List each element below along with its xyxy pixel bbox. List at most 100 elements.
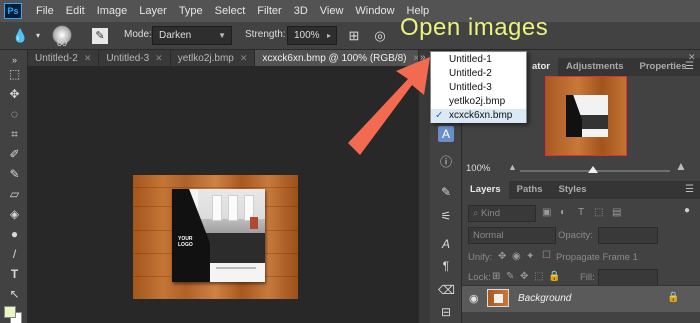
dropdown-item-label: xcxck6xn.bmp <box>449 110 513 121</box>
propagate-checkbox[interactable]: ☐ <box>542 250 551 261</box>
tab-styles[interactable]: Styles <box>551 181 595 199</box>
close-icon[interactable]: ✕ <box>84 53 92 64</box>
path-selection-tool-icon[interactable]: ↖ <box>6 286 23 303</box>
zoom-slider-thumb[interactable] <box>588 166 598 173</box>
zoom-out-icon[interactable]: ▲ <box>508 162 517 172</box>
dropdown-item-xcxck6xn[interactable]: ✓ xcxck6xn.bmp <box>431 109 526 123</box>
lock-all-icon[interactable]: 🔒 <box>548 271 560 282</box>
dodge-tool-icon[interactable]: ● <box>6 226 23 243</box>
menu-file[interactable]: File <box>30 0 60 22</box>
lock-artboard-icon[interactable]: ⬚ <box>534 271 543 282</box>
menu-layer[interactable]: Layer <box>133 0 173 22</box>
crop-tool-icon[interactable]: ⌗ <box>6 126 23 143</box>
tools-panel: » ⬚ ✥ ◌ ⌗ ✐ ✎ ▱ ◈ ● / T ↖ ⋯ <box>0 50 28 323</box>
propagate-label: Propagate Frame 1 <box>556 252 638 263</box>
pen-tool-icon[interactable]: / <box>6 246 23 263</box>
adjustments-icon[interactable]: ⚟ <box>438 208 454 224</box>
menu-select[interactable]: Select <box>209 0 252 22</box>
dropdown-item-untitled-1[interactable]: Untitled-1 <box>431 53 526 67</box>
chevron-down-icon[interactable]: ▾ <box>30 28 46 44</box>
type-filter-icon[interactable]: T <box>578 207 584 218</box>
tab-untitled-3[interactable]: Untitled-3 ✕ <box>99 50 171 66</box>
lock-transparency-icon[interactable]: ⊞ <box>492 271 500 282</box>
character-icon[interactable]: A <box>438 236 454 252</box>
tab-untitled-2[interactable]: Untitled-2 ✕ <box>28 50 100 66</box>
menu-bar: Ps File Edit Image Layer Type Select Fil… <box>0 0 700 22</box>
menu-type[interactable]: Type <box>173 0 209 22</box>
layer-name[interactable]: Background <box>518 293 571 304</box>
dropdown-item-label: yetlko2j.bmp <box>449 96 506 107</box>
strength-input[interactable]: 100% ▸ <box>287 26 337 45</box>
character-panel-icon[interactable]: A <box>438 126 454 142</box>
annotation-label: Open images <box>400 14 549 41</box>
burn-tool-icon[interactable]: 💧 <box>12 28 28 44</box>
annotation-arrow-icon <box>348 57 430 155</box>
tab-label: yetlko2j.bmp <box>177 52 234 64</box>
fill-input[interactable] <box>598 269 658 286</box>
mode-select[interactable]: Darken ▼ <box>152 26 232 45</box>
close-icon[interactable]: ✕ <box>155 53 163 64</box>
eraser-tool-icon[interactable]: ▱ <box>6 186 23 203</box>
eyedropper-tool-icon[interactable]: ✐ <box>6 146 23 163</box>
dropdown-item-label: Untitled-1 <box>449 54 492 65</box>
unify-position-icon[interactable]: ✥ <box>498 251 506 262</box>
lock-pixels-icon[interactable]: ✎ <box>506 271 514 282</box>
navigator-preview[interactable] <box>545 76 627 156</box>
lasso-tool-icon[interactable]: ◌ <box>6 106 23 123</box>
visibility-eye-icon[interactable]: ◉ <box>469 292 479 305</box>
dropdown-item-label: Untitled-2 <box>449 68 492 79</box>
close-icon[interactable]: ✕ <box>688 52 696 63</box>
kind-label: Kind <box>480 208 500 219</box>
smart-object-filter-icon[interactable]: ▤ <box>612 207 621 218</box>
shape-filter-icon[interactable]: ⬚ <box>594 207 603 218</box>
info-icon[interactable]: ⓘ <box>438 154 454 170</box>
brush-settings-icon[interactable]: ✎ <box>92 28 108 44</box>
paint-bucket-tool-icon[interactable]: ◈ <box>6 206 23 223</box>
strength-label: Strength: <box>245 29 286 40</box>
tab-yetlko2j[interactable]: yetlko2j.bmp ✕ <box>171 50 256 66</box>
pressure-icon[interactable]: ◎ <box>372 28 388 44</box>
brush-panel-icon[interactable]: ✎ <box>438 184 454 200</box>
menu-filter[interactable]: Filter <box>251 0 287 22</box>
menu-3d[interactable]: 3D <box>288 0 314 22</box>
foreground-color-swatch[interactable] <box>4 306 16 318</box>
pixel-filter-icon[interactable]: ▣ <box>542 207 551 218</box>
strength-value: 100% <box>294 30 320 41</box>
opacity-input[interactable] <box>598 227 658 244</box>
glyphs-icon[interactable]: ⌫ <box>438 282 455 298</box>
kind-filter[interactable]: ⌕ Kind <box>468 205 536 222</box>
menu-view[interactable]: View <box>314 0 350 22</box>
brush-tool-icon[interactable]: ✎ <box>6 166 23 183</box>
zoom-in-icon[interactable]: ▲ <box>675 159 687 173</box>
sample-all-layers-icon[interactable]: ⊞ <box>346 28 362 44</box>
blend-mode-select[interactable]: Normal <box>468 227 556 244</box>
lock-position-icon[interactable]: ✥ <box>520 271 528 282</box>
layers-panel-tabs: Layers Paths Styles ☰ <box>462 181 700 199</box>
tab-layers[interactable]: Layers <box>462 181 509 199</box>
adjustment-filter-icon[interactable]: ◐ <box>560 207 566 218</box>
tab-adjustments[interactable]: Adjustments <box>558 58 632 76</box>
brochure-image: YOUR LOGO <box>172 189 265 282</box>
menu-edit[interactable]: Edit <box>60 0 91 22</box>
tab-paths[interactable]: Paths <box>509 181 551 199</box>
marquee-tool-icon[interactable]: ⬚ <box>6 66 23 83</box>
dropdown-item-untitled-3[interactable]: Untitled-3 <box>431 81 526 95</box>
layer-thumbnail <box>487 289 509 307</box>
unify-visibility-icon[interactable]: ◉ <box>512 251 521 262</box>
unify-style-icon[interactable]: ✦ <box>526 251 534 262</box>
type-tool-icon[interactable]: T <box>6 266 23 283</box>
mode-value: Darken <box>159 30 192 41</box>
close-icon[interactable]: ✕ <box>240 53 248 64</box>
timeline-icon[interactable]: ⊟ <box>438 304 454 320</box>
zoom-value[interactable]: 100% <box>466 163 490 174</box>
move-tool-icon[interactable]: ✥ <box>6 86 23 103</box>
menu-image[interactable]: Image <box>91 0 134 22</box>
dropdown-item-untitled-2[interactable]: Untitled-2 <box>431 67 526 81</box>
panel-menu-icon[interactable]: ☰ <box>685 184 694 195</box>
dropdown-item-yetlko2j[interactable]: yetlko2j.bmp <box>431 95 526 109</box>
layer-filter-row: ⌕ Kind ▣ ◐ T ⬚ ▤ ● <box>462 203 700 225</box>
paragraph-icon[interactable]: ¶ <box>438 258 454 274</box>
menu-window[interactable]: Window <box>349 0 400 22</box>
annotation-arrow-shape <box>348 57 430 155</box>
filter-toggle-icon[interactable]: ● <box>684 205 690 216</box>
